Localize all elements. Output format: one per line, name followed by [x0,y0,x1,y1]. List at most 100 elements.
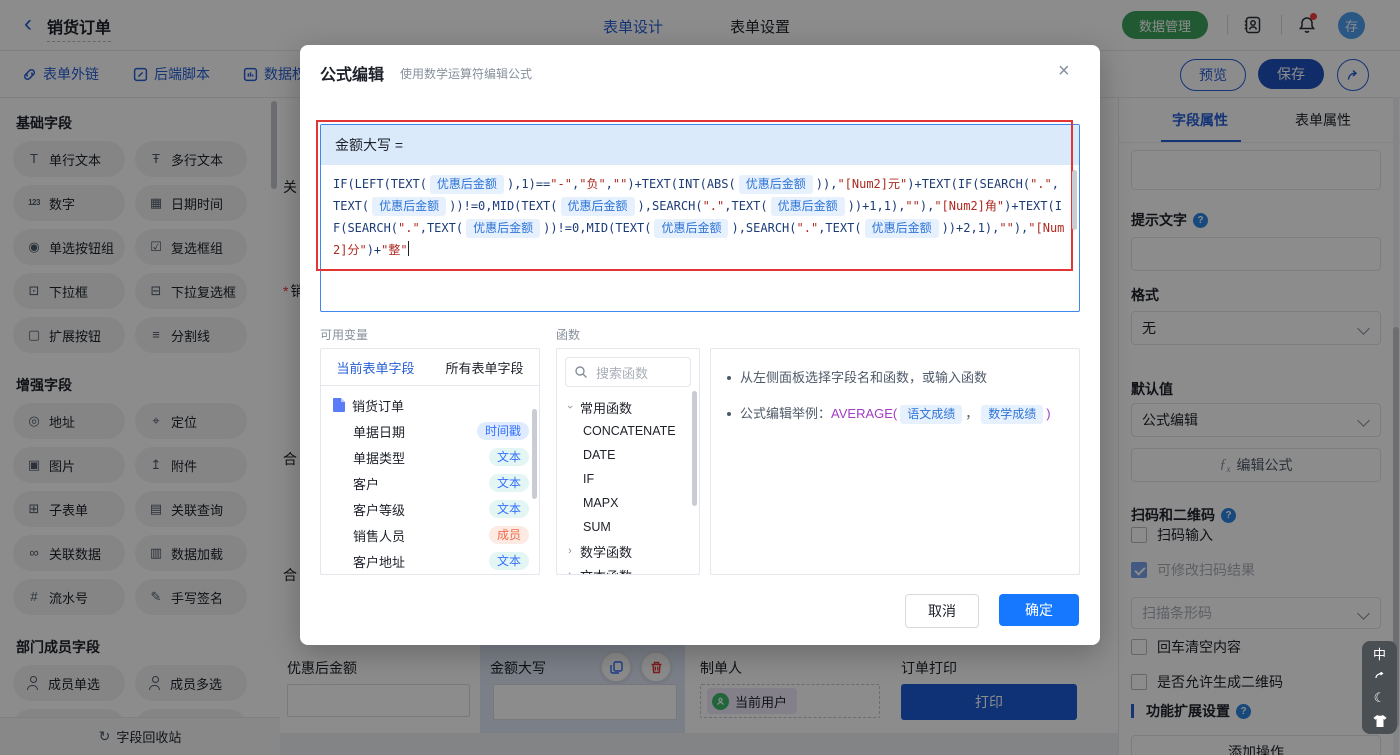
formula-token: IF(LEFT(TEXT( [333,177,427,191]
variables-panel: 当前表单字段 所有表单字段 销货订单 单据日期 时间戳 单据类型 文本 客户 文本 客户等级文… [320,348,540,575]
variable-type-badge: 文本 [488,500,529,518]
formula-token: "" [612,177,628,191]
variable-row[interactable]: 客户等级 文本 [321,496,539,522]
variable-name: 客户地址 [353,554,406,570]
function-item-concatenate[interactable]: CONCATENATE [557,419,699,443]
functions-scrollbar[interactable] [692,391,697,506]
close-icon[interactable]: × [1058,61,1070,81]
formula-input[interactable]: IF(LEFT(TEXT(优惠后金额),1)=="-","负","")+TEXT… [321,165,1079,311]
example-separator: ， [965,406,979,421]
formula-token: "负" [579,177,606,191]
editor-scrollbar[interactable] [1072,170,1077,230]
confirm-button[interactable]: 确定 [999,594,1079,626]
function-item-sum[interactable]: SUM [557,515,699,539]
formula-token: "." [702,199,725,213]
variable-row[interactable]: 单据类型 文本 [321,444,539,470]
function-search-input[interactable] [594,358,693,388]
variable-type-badge: 成员 [488,526,529,544]
field-chip[interactable]: 优惠后金额 [864,219,939,238]
formula-token: "[Num2]角" [934,199,1005,213]
variable-name: 单据类型 [353,450,406,466]
modal-title: 公式编辑 [320,67,385,84]
formula-token: ))!=0,MID(TEXT( [543,221,652,235]
function-group-label: 数学函数 [580,544,633,560]
function-group[interactable]: › 数学函数 [557,539,699,563]
tip-example: 公式编辑举例：AVERAGE(语文成绩，数学成绩) [740,403,1051,425]
variable-name: 客户 [353,476,380,492]
field-chip[interactable]: 优惠后金额 [466,219,541,238]
function-group[interactable]: › 文本函数 [557,563,699,575]
function-item-if[interactable]: IF [557,467,699,491]
formula-token: )+TEXT(IF(SEARCH( [907,177,1031,191]
text-cursor [407,241,410,256]
variables-tabs: 当前表单字段 所有表单字段 [321,349,539,386]
app-screen: ‹ 销货订单 表单设计 表单设置 数据管理 存 表单外链 后端脚本 数据权限 预… [0,0,1400,755]
formula-token: "" [999,221,1014,235]
function-group[interactable]: › 常用函数 [557,395,699,419]
formula-token: ), [1013,221,1029,235]
formula-token: ,TEXT( [724,199,768,213]
variables-panel-label: 可用变量 [320,328,369,342]
language-toggle[interactable]: 中 [1373,648,1386,661]
theme-shirt-icon[interactable] [1373,715,1387,727]
function-search [565,357,693,388]
tip-example-prefix: 公式编辑举例： [740,406,832,421]
variable-row[interactable]: 销售人员 成员 [321,522,539,548]
formula-token: )), [815,177,838,191]
functions-panel-label: 函数 [556,328,581,342]
formula-token: "整" [381,243,408,257]
field-chip[interactable]: 优惠后金额 [738,175,813,194]
cancel-button[interactable]: 取消 [905,594,979,628]
search-icon [575,366,587,378]
form-doc-icon [333,398,345,412]
field-chip[interactable]: 优惠后金额 [429,175,504,194]
function-tree: › 常用函数 CONCATENATEDATEIFMAPXSUM › 数学函数 › 文本函数 [557,395,699,575]
form-name: 销货订单 [352,398,405,414]
formula-token: "-" [550,177,572,191]
function-group-label: 文本函数 [580,566,632,575]
field-chip[interactable]: 优惠后金额 [372,197,447,216]
bullet-icon [727,412,731,416]
formula-token: ), [919,199,935,213]
tip-text: 从左侧面板选择字段名和函数，或输入函数 [740,370,988,385]
switch-arrow-icon[interactable] [1374,672,1385,680]
formula-token: )+ [366,243,382,257]
function-item-date[interactable]: DATE [557,443,699,467]
tab-all-form-fields[interactable]: 所有表单字段 [430,349,539,385]
formula-help-panel: 从左侧面板选择字段名和函数，或输入函数 公式编辑举例：AVERAGE(语文成绩，… [710,348,1080,575]
field-chip[interactable]: 优惠后金额 [560,197,635,216]
function-item-mapx[interactable]: MAPX [557,491,699,515]
chevron-icon: › [564,405,576,409]
modal-subtitle: 使用数学运算符编辑公式 [400,67,533,81]
formula-token: "[Num2]元" [837,177,908,191]
formula-token: "." [398,221,420,235]
variable-row[interactable]: 客户 文本 [321,470,539,496]
variable-name: 客户等级 [353,502,406,518]
variables-scrollbar[interactable] [532,409,537,499]
field-chip[interactable]: 优惠后金额 [770,197,845,216]
variable-type-badge: 文本 [488,474,529,492]
example-function-open: AVERAGE( [831,406,898,421]
field-chip[interactable]: 优惠后金额 [654,219,729,238]
variable-row[interactable]: 客户地址 文本 [321,548,539,574]
variable-type-badge: 时间戳 [476,422,529,440]
example-field-chip: 数学成绩 [981,405,1044,424]
variable-row[interactable]: 单据日期 时间戳 [321,418,539,444]
formula-token: ),SEARCH( [637,199,703,213]
formula-target: 金额大写 = [321,125,1079,165]
tab-current-form-fields[interactable]: 当前表单字段 [321,349,430,385]
formula-token: )+TEXT(INT(ABS( [627,177,736,191]
formula-token: "." [796,221,819,235]
variable-name: 单据日期 [353,424,406,440]
function-group-label: 常用函数 [580,400,633,416]
chevron-icon: › [568,545,572,557]
formula-token: ))+1,1), [847,199,906,213]
dark-mode-icon[interactable]: ☾ [1374,691,1386,704]
example-field-chip: 语文成绩 [900,405,963,424]
functions-panel: › 常用函数 CONCATENATEDATEIFMAPXSUM › 数学函数 › 文本函数 [556,348,700,575]
formula-token: ))+2,1), [941,221,1000,235]
example-function-close: ) [1046,406,1051,421]
variable-tree: 销货订单 单据日期 时间戳 单据类型 文本 客户 文本 客户等级 文本 销售人员 成员 客户地址 文本 [321,392,539,574]
variable-form-row[interactable]: 销货订单 [321,392,539,418]
formula-token: , [605,177,613,191]
